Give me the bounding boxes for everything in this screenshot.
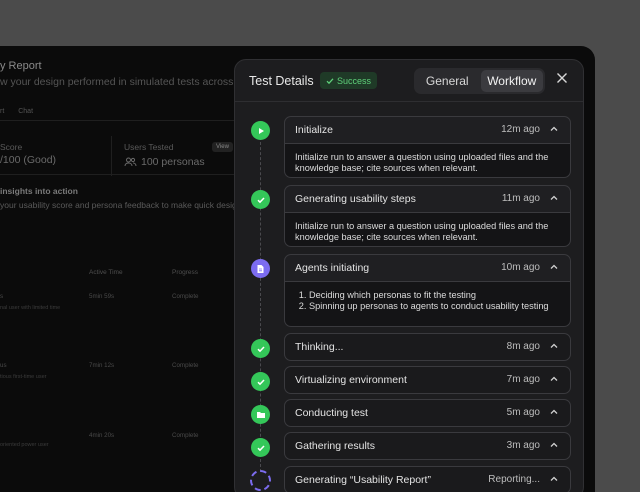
step-time: 7m ago [507,374,540,385]
view-button[interactable]: View [212,142,233,152]
step-time: 10m ago [501,262,540,273]
step-title: Conducting test [295,407,368,419]
chevron-up-icon[interactable] [548,373,560,385]
divider [0,174,240,175]
step-title: Virtualizing environment [295,374,407,386]
step-title: Generating “Usability Report” [295,474,431,486]
step-virtualizing-environment[interactable]: Virtualizing environment 7m ago [284,366,571,394]
check-icon [251,339,270,358]
divider [0,120,240,121]
panel-title: Test Details [249,74,314,88]
close-icon [556,72,568,84]
divider [111,136,112,176]
users-tested-value: 100 personas [124,156,205,168]
chevron-up-icon[interactable] [548,473,560,485]
check-icon [251,372,270,391]
chevron-up-icon[interactable] [548,192,560,204]
step-title: Initialize [295,124,333,136]
play-icon [251,121,270,140]
step-details: Initialize run to answer a question usin… [284,144,571,178]
pending-icon [250,470,271,491]
folder-icon [251,405,270,424]
step-time: 11m ago [502,193,540,204]
close-button[interactable] [554,72,570,88]
status-badge: Success [320,72,377,89]
step-time: 5m ago [507,407,540,418]
chevron-up-icon[interactable] [548,261,560,273]
step-generating-usability-steps[interactable]: Generating usability steps 11m ago [284,185,571,213]
check-icon [251,190,270,209]
row-time: 5min 59s [89,293,114,300]
step-conducting-test[interactable]: Conducting test 5m ago [284,399,571,427]
step-title: Thinking... [295,341,343,353]
step-gathering-results[interactable]: Gathering results 3m ago [284,432,571,460]
report-title: y Report [0,60,42,72]
row-time: 4min 20s [89,432,114,439]
step-title: Agents initiating [295,262,369,274]
insights-subtitle: your usability score and persona feedbac… [0,200,237,210]
step-agents-initiating[interactable]: Agents initiating 10m ago [284,254,571,282]
step-initialize[interactable]: Initialize 12m ago [284,116,571,144]
step-task-list: Deciding which personas to fit the testi… [295,290,560,312]
row-description: tious first-time user [0,374,46,380]
step-details: Deciding which personas to fit the testi… [284,282,571,327]
row-progress: Complete [172,432,198,439]
chevron-up-icon[interactable] [548,406,560,418]
users-icon [124,157,137,167]
score-label: Score [0,142,22,152]
list-item: Spinning up personas to agents to conduc… [309,301,560,312]
check-icon [251,438,270,457]
tab-report[interactable]: rt [0,108,4,115]
view-toggle: General Workflow [414,68,545,94]
score-value: /100 (Good) [0,154,56,166]
chevron-up-icon[interactable] [548,123,560,135]
status-badge-label: Success [337,76,371,86]
step-generating-usability-report[interactable]: Generating “Usability Report” Reporting.… [284,466,571,492]
row-name: us [0,362,7,369]
step-details: Initialize run to answer a question usin… [284,213,571,247]
insights-title: insights into action [0,186,78,196]
users-tested-label: Users Tested [124,142,173,152]
panel-header: Test Details Success General Workflow [235,60,583,102]
row-description: oriented power user [0,442,49,448]
row-description: nal user with limited time [0,305,60,311]
step-time: 12m ago [501,124,540,135]
tab-chat[interactable]: Chat [18,108,33,115]
report-subtitle: w your design performed in simulated tes… [0,76,242,88]
column-header-progress: Progress [172,269,198,276]
row-progress: Complete [172,362,198,369]
row-progress: Complete [172,293,198,300]
tab-workflow[interactable]: Workflow [481,70,544,92]
report-tabs: rt Chat [0,108,45,115]
row-name: s [0,293,3,300]
chevron-up-icon[interactable] [548,439,560,451]
users-count: 100 personas [141,156,205,168]
column-header-active-time: Active Time [89,269,123,276]
step-title: Generating usability steps [295,193,416,205]
row-time: 7min 12s [89,362,114,369]
chevron-up-icon[interactable] [548,340,560,352]
step-thinking[interactable]: Thinking... 8m ago [284,333,571,361]
tab-general[interactable]: General [416,70,479,92]
step-time: 3m ago [507,440,540,451]
step-time: Reporting... [488,474,540,485]
document-icon [251,259,270,278]
test-details-panel: Test Details Success General Workflow In… [234,59,584,492]
step-title: Gathering results [295,440,375,452]
check-icon [326,77,334,85]
list-item: Deciding which personas to fit the testi… [309,290,560,301]
step-time: 8m ago [507,341,540,352]
